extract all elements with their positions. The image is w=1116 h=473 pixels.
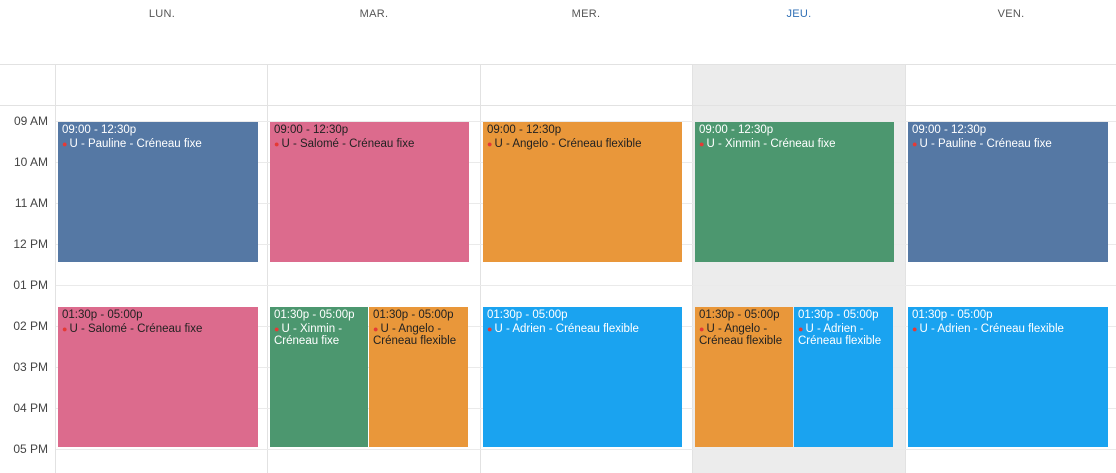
hour-line (56, 449, 1116, 450)
event-title: U - Adrien - Créneau flexible (494, 323, 639, 335)
event-time: 01:30p - 05:00p (798, 309, 879, 321)
hour-label: 04 PM (13, 401, 48, 415)
event-jeu-pm-a[interactable]: 01:30p - 05:00p ● U - Angelo - Créneau fl… (695, 307, 793, 447)
day-header-lun[interactable]: LUN. (56, 0, 268, 64)
column-divider (480, 64, 481, 473)
hour-label: 03 PM (13, 360, 48, 374)
day-header-jeu[interactable]: JEU. (693, 0, 905, 64)
event-time: 01:30p - 05:00p (274, 309, 355, 321)
column-divider (267, 64, 268, 473)
event-mar-pm-b[interactable]: 01:30p - 05:00p ● U - Angelo - Créneau fl… (369, 307, 468, 447)
event-time: 09:00 - 12:30p (62, 124, 137, 136)
event-ven-pm[interactable]: 01:30p - 05:00p ● U - Adrien - Créneau fl… (908, 307, 1108, 447)
column-divider (905, 64, 906, 473)
day-header-mer[interactable]: MER. (480, 0, 692, 64)
header-divider (0, 64, 1116, 65)
hour-label: 01 PM (13, 278, 48, 292)
status-dot-icon: ● (912, 324, 918, 334)
status-dot-icon: ● (912, 139, 918, 149)
event-time: 01:30p - 05:00p (487, 309, 568, 321)
week-calendar: LUN. MAR. MER. JEU. VEN. 09 AM 10 AM 11 … (0, 0, 1116, 473)
hour-label: 11 AM (14, 196, 48, 210)
status-dot-icon: ● (798, 324, 804, 334)
status-dot-icon: ● (62, 139, 68, 149)
event-title: U - Salomé - Créneau fixe (69, 323, 203, 335)
event-time: 09:00 - 12:30p (487, 124, 562, 136)
event-title: U - Angelo - Créneau flexible (494, 138, 642, 150)
status-dot-icon: ● (274, 324, 280, 334)
all-day-divider (0, 105, 1116, 106)
status-dot-icon: ● (699, 324, 705, 334)
hour-label: 12 PM (13, 237, 48, 251)
event-ven-am[interactable]: 09:00 - 12:30p ● U - Pauline - Créneau fi… (908, 122, 1108, 262)
event-title: U - Pauline - Créneau fixe (69, 138, 202, 150)
hour-line (56, 285, 1116, 286)
event-title: U - Xinmin - Créneau fixe (274, 323, 343, 347)
event-mar-am[interactable]: 09:00 - 12:30p ● U - Salomé - Créneau fix… (270, 122, 469, 262)
event-title: U - Angelo - Créneau flexible (699, 323, 783, 347)
hour-label: 09 AM (13, 114, 48, 128)
event-lun-pm[interactable]: 01:30p - 05:00p ● U - Salomé - Créneau fi… (58, 307, 258, 447)
status-dot-icon: ● (274, 139, 280, 149)
event-title: U - Adrien - Créneau flexible (919, 323, 1064, 335)
status-dot-icon: ● (487, 324, 493, 334)
event-title: U - Xinmin - Créneau fixe (706, 138, 836, 150)
hour-label: 10 AM (13, 155, 48, 169)
event-time: 09:00 - 12:30p (699, 124, 774, 136)
day-header-ven[interactable]: VEN. (905, 0, 1116, 64)
hour-label: 05 PM (13, 442, 48, 456)
event-jeu-pm-b[interactable]: 01:30p - 05:00p ● U - Adrien - Créneau fl… (794, 307, 893, 447)
event-time: 09:00 - 12:30p (274, 124, 349, 136)
event-time: 09:00 - 12:30p (912, 124, 987, 136)
hour-label: 02 PM (13, 319, 48, 333)
column-divider (692, 64, 693, 473)
column-divider (55, 64, 56, 473)
event-title: U - Angelo - Créneau flexible (373, 323, 457, 347)
event-lun-am[interactable]: 09:00 - 12:30p ● U - Pauline - Créneau fi… (58, 122, 258, 262)
status-dot-icon: ● (62, 324, 68, 334)
event-title: U - Salomé - Créneau fixe (281, 138, 415, 150)
event-jeu-am[interactable]: 09:00 - 12:30p ● U - Xinmin - Créneau fix… (695, 122, 894, 262)
event-time: 01:30p - 05:00p (373, 309, 454, 321)
event-mer-pm[interactable]: 01:30p - 05:00p ● U - Adrien - Créneau fl… (483, 307, 682, 447)
day-header-mar[interactable]: MAR. (268, 0, 480, 64)
status-dot-icon: ● (487, 139, 493, 149)
event-title: U - Adrien - Créneau flexible (798, 323, 882, 347)
event-time: 01:30p - 05:00p (62, 309, 143, 321)
status-dot-icon: ● (699, 139, 705, 149)
event-time: 01:30p - 05:00p (699, 309, 780, 321)
event-mar-pm-a[interactable]: 01:30p - 05:00p ● U - Xinmin - Créneau fi… (270, 307, 368, 447)
status-dot-icon: ● (373, 324, 379, 334)
event-time: 01:30p - 05:00p (912, 309, 993, 321)
event-title: U - Pauline - Créneau fixe (919, 138, 1052, 150)
event-mer-am[interactable]: 09:00 - 12:30p ● U - Angelo - Créneau fle… (483, 122, 682, 262)
